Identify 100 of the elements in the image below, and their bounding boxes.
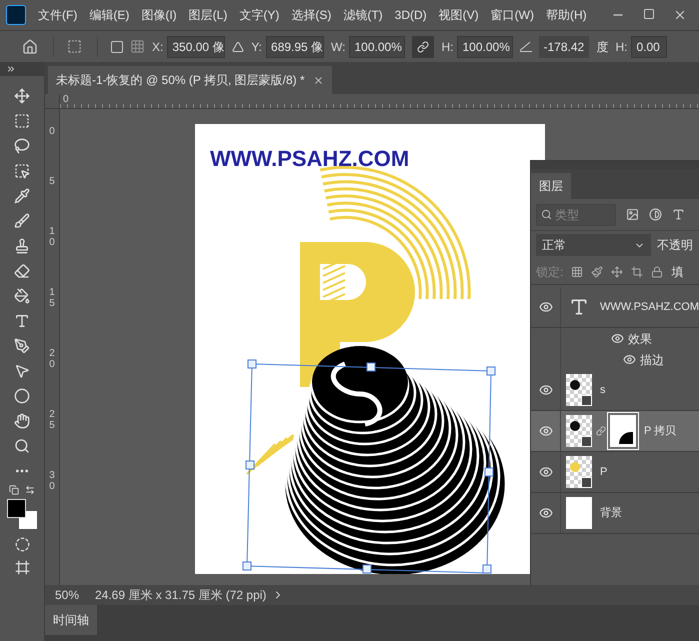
y-label: Y:: [251, 38, 262, 56]
layer-thumbnail: [566, 456, 592, 488]
skew-h-field[interactable]: 0.00: [631, 36, 668, 58]
pointer-tool-icon[interactable]: [14, 363, 30, 379]
image-filter-icon[interactable]: [626, 208, 639, 221]
layers-tab[interactable]: 图层: [531, 173, 571, 199]
screen-mode-icon[interactable]: [14, 560, 30, 575]
transform-icon[interactable]: [67, 39, 82, 54]
app-logo-icon[interactable]: [6, 5, 26, 25]
visibility-eye-icon[interactable]: [538, 424, 552, 438]
eraser-tool-icon[interactable]: [14, 263, 30, 279]
w-field[interactable]: 100.00%: [349, 36, 406, 58]
hand-tool-icon[interactable]: [14, 413, 30, 429]
ruler-label: 5: [48, 176, 56, 187]
menu-item[interactable]: 视图(V): [438, 6, 479, 24]
h-label: H:: [441, 38, 454, 56]
adjustment-filter-icon[interactable]: [649, 208, 662, 221]
blend-mode-value: 正常: [542, 237, 566, 254]
fill-label: 填: [671, 264, 684, 280]
lock-icon[interactable]: [651, 266, 664, 278]
lock-brush-icon[interactable]: [591, 266, 604, 278]
menu-item[interactable]: 选择(S): [291, 6, 332, 24]
triangle-icon[interactable]: [232, 40, 244, 52]
visibility-eye-icon[interactable]: [611, 332, 624, 345]
home-icon[interactable]: [22, 38, 38, 54]
lock-pixels-icon[interactable]: [571, 266, 584, 278]
default-colors-icon[interactable]: [9, 485, 19, 495]
effect-name: 描边: [640, 352, 664, 368]
x-label: X:: [152, 38, 164, 56]
ellipse-tool-icon[interactable]: [14, 388, 30, 404]
layer-row[interactable]: P: [531, 452, 699, 493]
layer-mask-thumbnail[interactable]: [610, 415, 636, 447]
layer-row[interactable]: 背景: [531, 493, 699, 534]
background-color-swatch[interactable]: [19, 511, 37, 529]
layer-effect-row[interactable]: 效果: [531, 328, 699, 349]
quick-mask-icon[interactable]: [14, 537, 30, 552]
layer-thumbnail: [566, 497, 592, 529]
layer-name: s: [600, 382, 606, 398]
angle-field[interactable]: -178.42: [539, 36, 590, 58]
menu-item[interactable]: 文字(Y): [239, 6, 280, 24]
ruler-label: 30: [48, 470, 56, 492]
menu-item[interactable]: 帮助(H): [546, 6, 587, 24]
swap-colors-icon[interactable]: [25, 485, 35, 495]
move-tool-icon[interactable]: [14, 88, 30, 104]
ruler-label: 0: [63, 94, 69, 107]
transform-bounding-box[interactable]: [242, 360, 496, 574]
degree-unit: 度: [596, 38, 608, 56]
brush-tool-icon[interactable]: [14, 213, 30, 229]
eyedropper-tool-icon[interactable]: [14, 188, 30, 204]
foreground-color-swatch[interactable]: [7, 499, 26, 518]
y-field[interactable]: 689.95 像: [266, 36, 324, 58]
document-info: 24.69 厘米 x 31.75 厘米 (72 ppi): [95, 587, 266, 604]
layer-row[interactable]: P 拷贝: [531, 411, 699, 452]
lock-artboard-icon[interactable]: [631, 266, 644, 278]
filter-placeholder: 类型: [555, 206, 579, 224]
w-label: W:: [331, 38, 346, 56]
visibility-eye-icon[interactable]: [538, 383, 552, 397]
object-select-tool-icon[interactable]: [14, 163, 30, 179]
visibility-eye-icon[interactable]: [623, 353, 636, 366]
close-icon[interactable]: [673, 8, 687, 22]
ruler-label: 10: [48, 226, 56, 248]
close-tab-icon[interactable]: [312, 74, 324, 86]
menu-item[interactable]: 图层(L): [188, 6, 228, 24]
menu-item[interactable]: 3D(D): [394, 6, 427, 24]
zoom-level: 50%: [54, 587, 80, 604]
visibility-eye-icon[interactable]: [538, 300, 552, 314]
menu-item[interactable]: 滤镜(T): [343, 6, 383, 24]
layer-row[interactable]: s: [531, 370, 699, 411]
text-layer-icon: [569, 297, 589, 317]
visibility-eye-icon[interactable]: [538, 506, 552, 520]
stamp-tool-icon[interactable]: [14, 238, 30, 254]
visibility-eye-icon[interactable]: [538, 465, 552, 479]
x-field[interactable]: 350.00 像: [167, 36, 226, 58]
marquee-tool-icon[interactable]: [14, 113, 30, 129]
ruler-label: 15: [48, 287, 56, 309]
layer-name: P 拷贝: [644, 424, 676, 439]
menu-item[interactable]: 窗口(W): [490, 6, 534, 24]
document-tab[interactable]: 未标题-1-恢复的 @ 50% (P 拷贝, 图层蒙版/8) *: [48, 66, 332, 94]
maximize-icon[interactable]: [643, 8, 655, 20]
menu-item[interactable]: 图像(I): [141, 6, 177, 24]
lasso-tool-icon[interactable]: [14, 138, 30, 154]
skew-h-label: H:: [615, 38, 628, 56]
timeline-tab[interactable]: 时间轴: [45, 605, 97, 635]
layer-row[interactable]: WWW.PSAHZ.COM: [531, 287, 699, 328]
link-toggle[interactable]: [412, 36, 434, 58]
zoom-tool-icon[interactable]: [14, 438, 30, 454]
checkbox[interactable]: [111, 40, 123, 52]
type-tool-icon[interactable]: [14, 313, 30, 329]
chain-link-icon[interactable]: [596, 426, 606, 436]
lock-position-icon[interactable]: [611, 266, 624, 278]
collapse-icon[interactable]: [6, 64, 16, 74]
ruler-label: 0: [48, 126, 56, 137]
h-field[interactable]: 100.00%: [457, 36, 514, 58]
menu-item[interactable]: 编辑(E): [89, 6, 130, 24]
layer-thumbnail: [566, 415, 592, 447]
type-filter-icon[interactable]: [672, 208, 685, 221]
paint-bucket-tool-icon[interactable]: [14, 288, 30, 304]
menu-item[interactable]: 文件(F): [38, 6, 78, 24]
pen-tool-icon[interactable]: [14, 338, 30, 354]
blend-mode-dropdown[interactable]: 正常: [536, 234, 651, 256]
